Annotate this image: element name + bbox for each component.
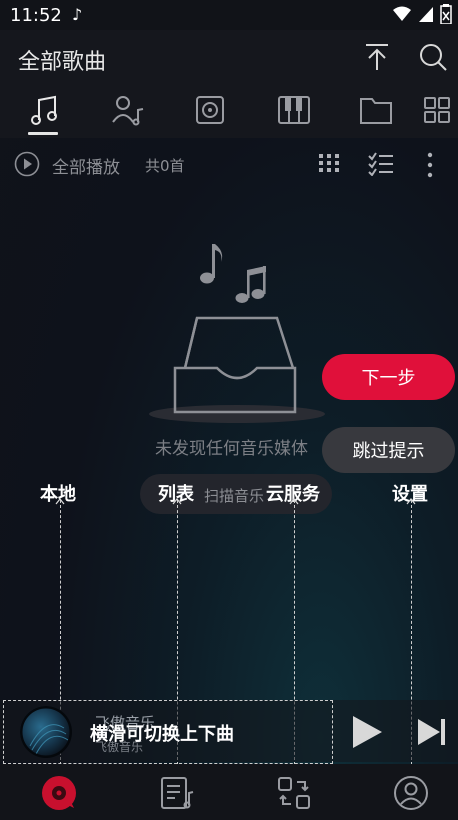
play-icon[interactable] bbox=[350, 714, 384, 750]
search-icon[interactable] bbox=[418, 42, 448, 72]
scan-music-label: 扫描音乐 bbox=[204, 487, 265, 505]
tab-more[interactable] bbox=[419, 92, 455, 128]
music-note-icon: ♪ bbox=[72, 5, 83, 24]
wifi-icon bbox=[393, 6, 411, 21]
bottom-nav bbox=[0, 764, 458, 820]
nav-cloud[interactable] bbox=[271, 770, 317, 816]
play-circle-icon[interactable] bbox=[14, 151, 40, 177]
piano-icon bbox=[278, 96, 310, 124]
tab-songs[interactable] bbox=[26, 92, 62, 128]
caret-up-icon bbox=[55, 498, 65, 505]
tab-genres[interactable] bbox=[276, 92, 312, 128]
caret-up-icon bbox=[172, 498, 182, 505]
status-icons bbox=[392, 4, 452, 24]
more-vertical-icon[interactable] bbox=[426, 152, 434, 178]
vinyl-icon bbox=[42, 776, 76, 810]
app-bar: 全部歌曲 bbox=[0, 30, 458, 86]
album-icon bbox=[196, 96, 224, 124]
tab-albums[interactable] bbox=[192, 92, 228, 128]
signal-icon bbox=[419, 7, 433, 22]
nav-playlist[interactable] bbox=[154, 770, 200, 816]
next-step-button[interactable]: 下一步 bbox=[322, 354, 455, 400]
screen: 11:52 ♪ 全部歌曲 全部播放 共0首 未发现任何音乐媒体 扫描音乐 下一步… bbox=[0, 0, 458, 820]
checklist-icon[interactable] bbox=[368, 152, 394, 176]
song-count: 共0首 bbox=[145, 157, 185, 175]
grid-dots-icon[interactable] bbox=[318, 152, 340, 174]
caret-up-icon bbox=[406, 498, 416, 505]
skip-tips-button[interactable]: 跳过提示 bbox=[322, 427, 455, 473]
status-time: 11:52 bbox=[10, 5, 62, 26]
tab-folders[interactable] bbox=[358, 92, 394, 128]
empty-box-illustration bbox=[149, 244, 325, 423]
grid-icon bbox=[424, 97, 450, 123]
play-all-bar: 全部播放 共0首 bbox=[0, 138, 458, 190]
next-track-icon[interactable] bbox=[416, 716, 448, 748]
nav-settings[interactable] bbox=[388, 770, 434, 816]
status-bar: 11:52 ♪ bbox=[0, 0, 458, 30]
category-tabs bbox=[0, 86, 458, 138]
artist-icon bbox=[112, 96, 144, 126]
nav-local[interactable] bbox=[36, 770, 82, 816]
upload-top-icon[interactable] bbox=[362, 42, 392, 72]
tab-artists[interactable] bbox=[110, 92, 146, 128]
music-note-icon bbox=[31, 95, 57, 125]
mini-player-guide-frame bbox=[3, 700, 333, 764]
active-tab-indicator bbox=[28, 132, 58, 135]
folder-icon bbox=[360, 98, 392, 124]
user-icon bbox=[394, 776, 428, 810]
page-title: 全部歌曲 bbox=[18, 50, 107, 75]
cloud-sync-icon bbox=[278, 777, 310, 809]
playlist-icon bbox=[161, 777, 194, 809]
caret-up-icon bbox=[289, 498, 299, 505]
play-all-button[interactable]: 全部播放 bbox=[52, 153, 120, 178]
battery-icon bbox=[440, 4, 452, 24]
empty-message: 未发现任何音乐媒体 bbox=[155, 439, 308, 459]
